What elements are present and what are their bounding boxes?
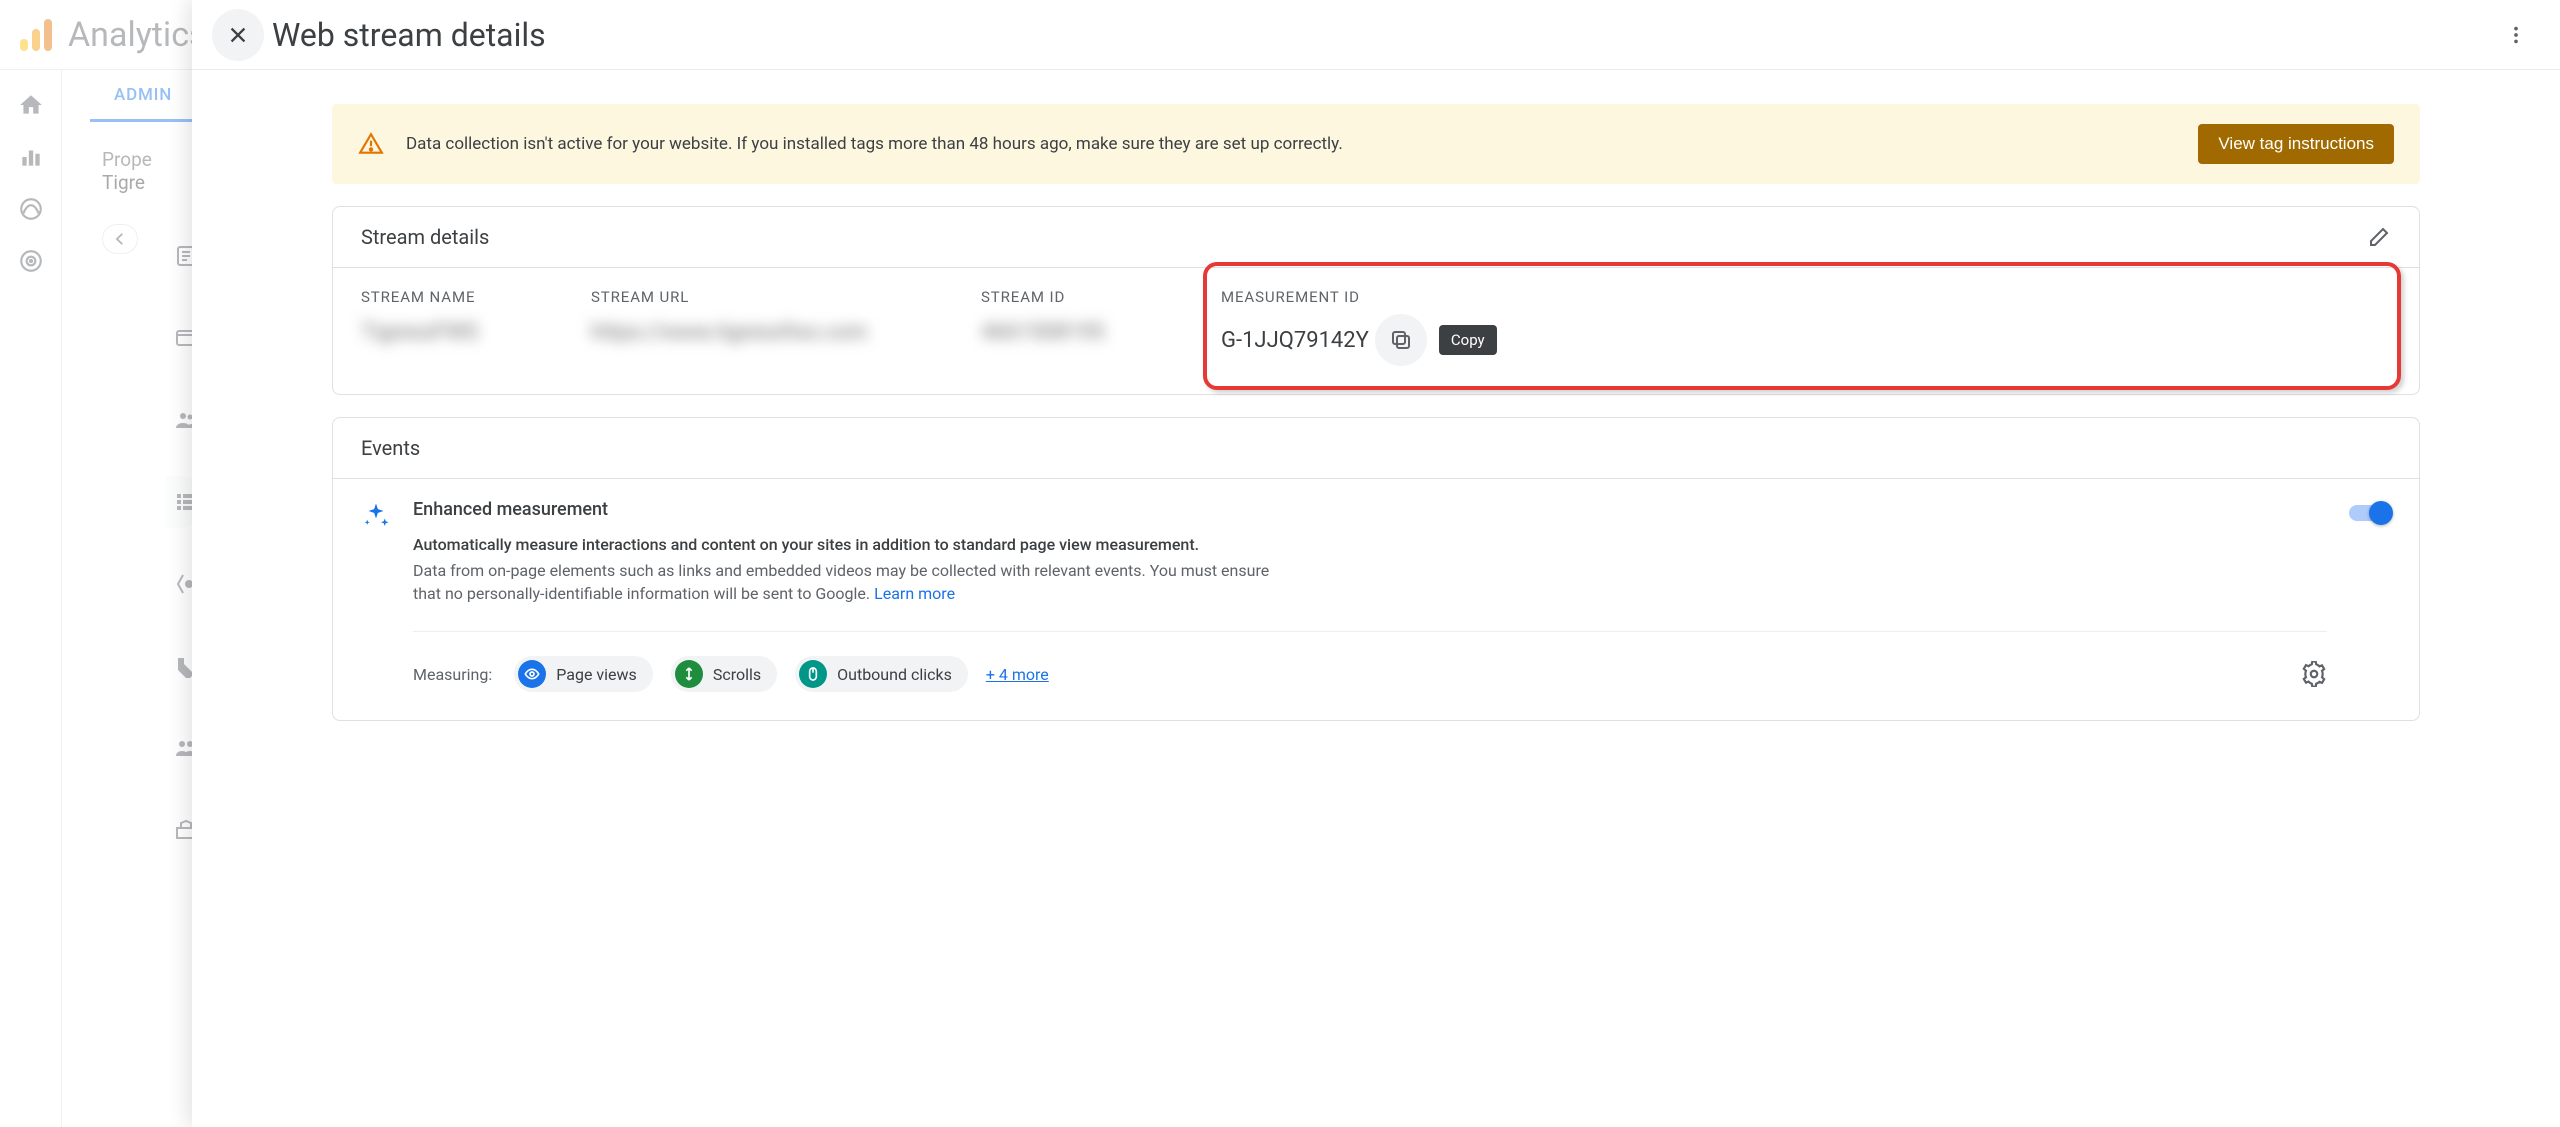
stream-name-value: TigressFWS [361,320,581,345]
enhanced-measurement-settings-button[interactable] [2301,661,2327,687]
copy-icon [1389,328,1413,352]
more-vert-icon [2505,24,2527,46]
data-collection-warning: Data collection isn't active for your we… [332,104,2420,184]
stream-id-label: STREAM ID [981,288,1211,306]
chip-page-views: Page views [514,656,653,692]
enhanced-measurement-description: Data from on-page elements such as links… [413,560,1293,605]
panel-header: Web stream details [192,0,2560,70]
gear-icon [2301,661,2327,687]
events-card: Events Enhanced measurement Automaticall… [332,417,2420,721]
warning-icon [358,131,384,157]
stream-name-label: STREAM NAME [361,288,581,306]
explore-icon[interactable] [18,196,44,222]
tab-admin[interactable]: ADMIN [90,85,196,122]
enhanced-measurement-toggle[interactable] [2349,505,2391,521]
enhanced-measurement-summary: Automatically measure interactions and c… [413,534,2327,556]
stream-details-card: Stream details STREAM NAME TigressFWS ST… [332,206,2420,395]
view-tag-instructions-button[interactable]: View tag instructions [2198,124,2394,164]
measurement-id-value: G-1JJQ79142Y [1221,328,1369,353]
more-menu-button[interactable] [2492,11,2540,59]
reports-icon[interactable] [18,144,44,170]
close-icon [227,24,249,46]
stream-id-value: 4661508195 [981,320,1211,345]
edit-stream-button[interactable] [2367,225,2391,249]
stream-details-panel: Web stream details Data collection isn't… [192,0,2560,1127]
chip-page-views-label: Page views [556,665,637,684]
left-nav-rail [0,70,62,1127]
copy-measurement-id-button[interactable] [1375,314,1427,366]
home-icon[interactable] [18,92,44,118]
chip-outbound-clicks-label: Outbound clicks [837,665,952,684]
stream-url-value: https://www.tigressfws.com [591,320,971,345]
scroll-icon [675,660,703,688]
copy-tooltip: Copy [1439,325,1497,355]
learn-more-link[interactable]: Learn more [874,584,955,603]
stream-url-label: STREAM URL [591,288,971,306]
arrow-left-icon [111,230,129,248]
close-button[interactable] [212,9,264,61]
eye-icon [518,660,546,688]
mouse-icon [799,660,827,688]
measuring-label: Measuring: [413,665,492,684]
events-title: Events [361,436,420,460]
analytics-logo-icon [18,17,54,53]
panel-title: Web stream details [272,16,546,54]
chip-scrolls-label: Scrolls [713,665,761,684]
more-events-link[interactable]: + 4 more [986,665,1049,684]
advertising-icon[interactable] [18,248,44,274]
app-title: Analytics [68,15,207,55]
measurement-id-label: MEASUREMENT ID [1221,288,2391,306]
stream-details-title: Stream details [361,225,489,249]
enhanced-measurement-description-text: Data from on-page elements such as links… [413,561,1269,602]
sparkle-icon [361,501,391,531]
enhanced-measurement-title: Enhanced measurement [413,499,2327,520]
chip-scrolls: Scrolls [671,656,777,692]
pencil-icon [2367,225,2391,249]
chip-outbound-clicks: Outbound clicks [795,656,968,692]
back-button[interactable] [102,224,138,254]
warning-text: Data collection isn't active for your we… [406,132,2176,157]
